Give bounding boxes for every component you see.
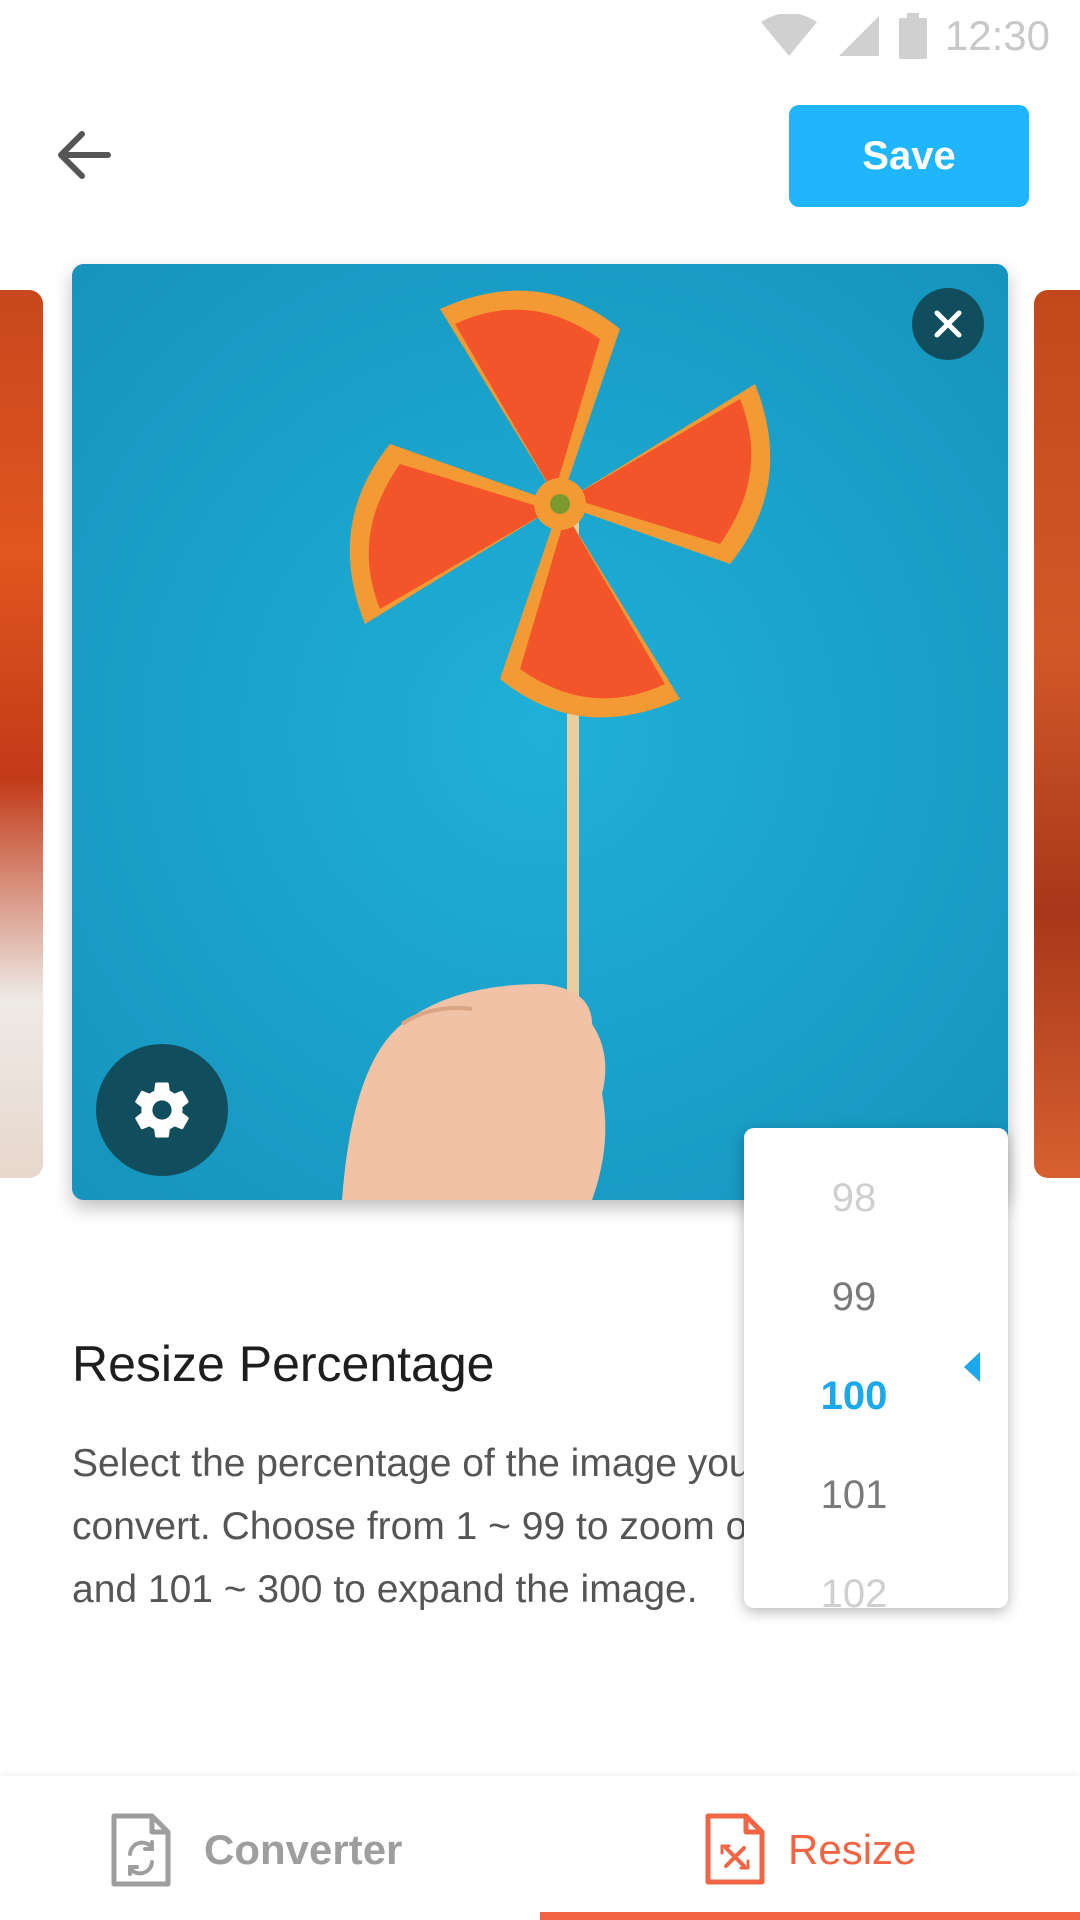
picker-option-selected[interactable]: 100 xyxy=(744,1366,964,1426)
picker-option[interactable]: 99 xyxy=(744,1267,964,1327)
arrow-left-icon xyxy=(58,131,111,179)
pinwheel-photo xyxy=(72,264,1008,1200)
picker-option[interactable]: 102 xyxy=(744,1564,964,1608)
save-button[interactable]: Save xyxy=(789,105,1029,207)
active-tab-indicator xyxy=(540,1912,1080,1920)
image-settings-button[interactable] xyxy=(96,1044,228,1176)
tab-converter[interactable]: Converter xyxy=(0,1776,540,1920)
next-image-preview[interactable] xyxy=(1034,290,1080,1178)
back-button[interactable] xyxy=(50,120,120,190)
gear-icon xyxy=(135,1082,189,1138)
caret-left-icon xyxy=(964,1352,980,1382)
tab-converter-label: Converter xyxy=(204,1826,403,1873)
remove-image-button[interactable] xyxy=(912,288,984,360)
bottom-navigation: Converter Resize xyxy=(0,1776,1080,1920)
signal-icon xyxy=(838,16,879,56)
image-preview xyxy=(72,264,1008,1200)
tab-resize[interactable]: Resize xyxy=(540,1776,1080,1920)
previous-image-preview[interactable] xyxy=(0,290,43,1178)
file-convert-icon xyxy=(111,1813,171,1887)
status-bar: 12:30 xyxy=(0,0,1080,70)
picker-option[interactable]: 98 xyxy=(744,1168,964,1228)
status-time: 12:30 xyxy=(944,12,1050,59)
battery-icon xyxy=(898,13,927,59)
tab-resize-label: Resize xyxy=(788,1826,917,1873)
wifi-icon xyxy=(760,14,817,56)
file-resize-icon xyxy=(705,1813,765,1885)
resize-percentage-title: Resize Percentage xyxy=(72,1336,495,1392)
picker-option[interactable]: 101 xyxy=(744,1465,964,1525)
close-icon xyxy=(934,310,962,338)
